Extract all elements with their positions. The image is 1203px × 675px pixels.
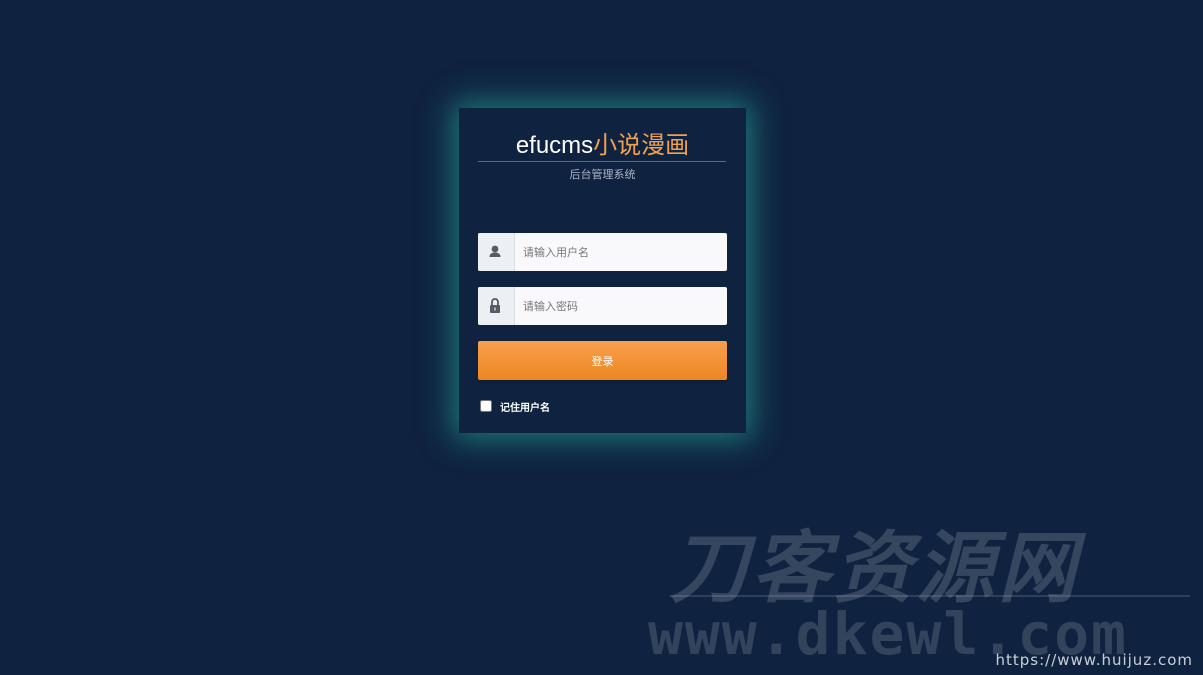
password-input[interactable] xyxy=(515,287,727,325)
username-field xyxy=(478,233,727,271)
watermark-cn-text: 刀客资源网 xyxy=(670,524,1081,614)
username-input[interactable] xyxy=(515,233,727,271)
login-page: efucms小说漫画 后台管理系统 登录 xyxy=(0,0,1203,675)
brand-title-cn: 小说漫画 xyxy=(593,132,690,159)
password-field xyxy=(478,287,727,325)
watermark-url: https://www.huijuz.com xyxy=(995,651,1193,669)
brand-divider xyxy=(478,161,726,162)
brand-title-en: efucms xyxy=(515,132,594,159)
login-card: efucms小说漫画 后台管理系统 登录 xyxy=(459,108,746,433)
login-button[interactable]: 登录 xyxy=(478,341,727,380)
remember-label: 记住用户名 xyxy=(500,402,550,414)
lock-icon xyxy=(478,287,515,325)
watermark: 刀客资源网 www.dkewl.com xyxy=(640,500,1200,675)
brand-title: efucms小说漫画 xyxy=(459,130,746,162)
user-icon xyxy=(478,233,515,271)
remember-username[interactable]: 记住用户名 xyxy=(480,399,550,414)
remember-checkbox[interactable] xyxy=(480,400,492,412)
watermark-divider xyxy=(670,595,1190,597)
brand-subtitle: 后台管理系统 xyxy=(569,168,636,181)
